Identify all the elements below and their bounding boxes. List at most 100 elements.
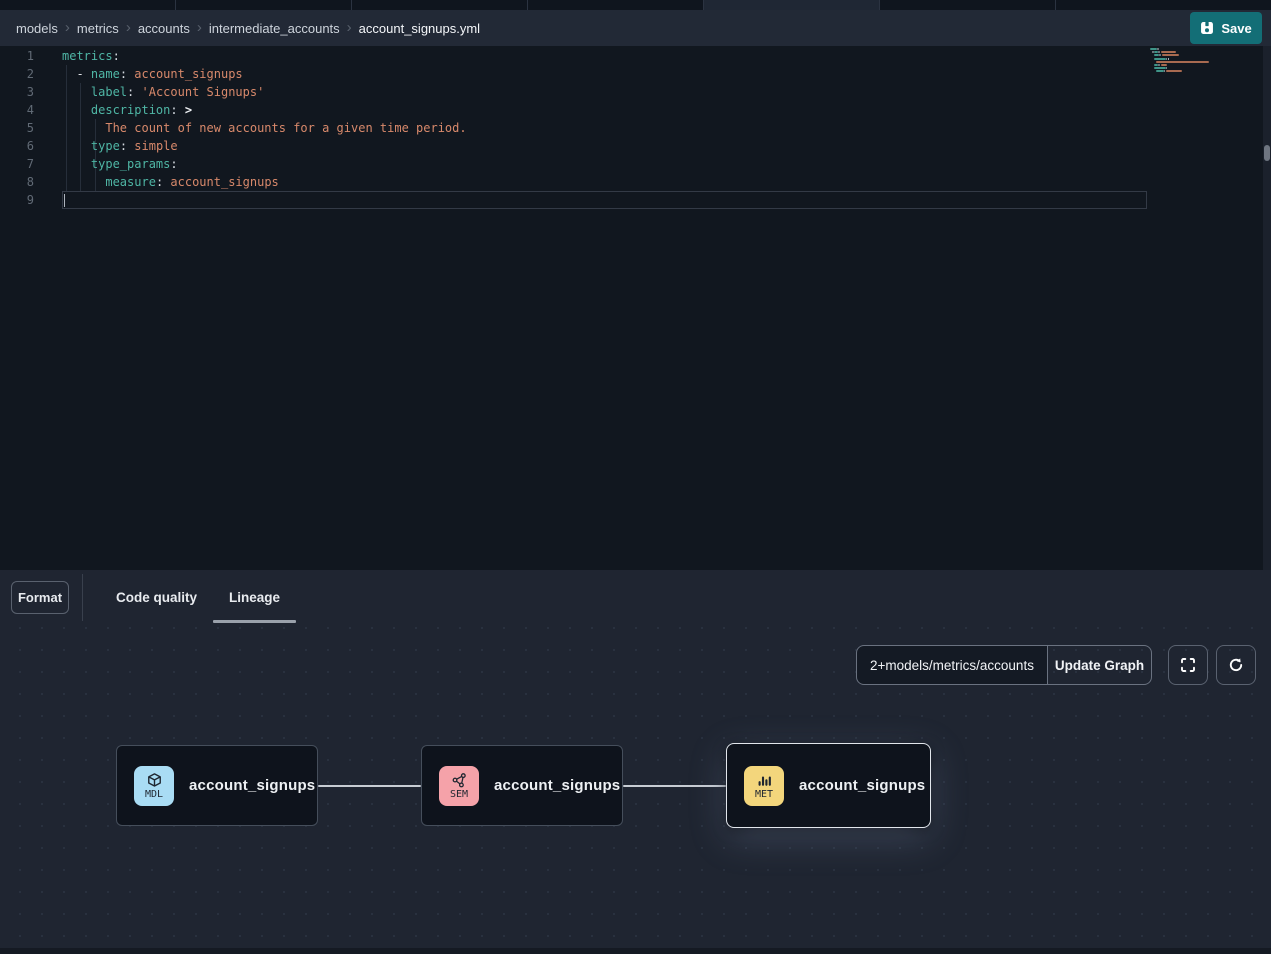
tab-code-quality[interactable]: Code quality: [100, 570, 213, 625]
editor-tab-active[interactable]: [704, 0, 880, 10]
code-line-text: The count of new accounts for a given ti…: [62, 119, 467, 137]
editor-tab[interactable]: [352, 0, 528, 10]
breadcrumb-bar: models › metrics › accounts › intermediate_acc…: [0, 10, 1271, 46]
semantic-model-icon: [451, 772, 468, 789]
minimap-line: [1159, 54, 1161, 56]
code-line-text: measure: account_signups: [62, 173, 279, 191]
editor-tabs-strip: [0, 0, 1271, 10]
breadcrumb-item[interactable]: models: [16, 21, 58, 36]
code-editor[interactable]: 1metrics:2 - name: account_signups3 labe…: [0, 46, 1271, 570]
minimap-line: [1161, 51, 1177, 53]
minimap-line: [1158, 64, 1160, 66]
code-line-text: type_params:: [62, 155, 178, 173]
chevron-right-icon: ›: [65, 20, 70, 35]
node-label: account_signups: [494, 777, 620, 794]
minimap-line: [1166, 70, 1182, 72]
minimap-line: [1166, 67, 1168, 69]
minimap-line: [1162, 54, 1180, 56]
lineage-selector-group: Update Graph: [856, 645, 1152, 685]
lineage-node-model[interactable]: MDLaccount_signups: [116, 745, 318, 826]
code-line[interactable]: 8 measure: account_signups: [0, 173, 467, 191]
code-line[interactable]: 6 type: simple: [0, 137, 467, 155]
divider: [82, 574, 83, 621]
node-badge: SEM: [439, 766, 479, 806]
chevron-right-icon: ›: [126, 20, 131, 35]
code-line[interactable]: 7 type_params:: [0, 155, 467, 173]
editor-scrollbar[interactable]: [1263, 46, 1271, 570]
minimap-line: [1168, 58, 1170, 60]
text-cursor: [64, 194, 65, 207]
minimap[interactable]: [1150, 48, 1212, 82]
node-badge: MET: [744, 766, 784, 806]
breadcrumb-item[interactable]: accounts: [138, 21, 190, 36]
lineage-edge: [318, 785, 421, 787]
lineage-node-metric[interactable]: MET account_signups: [726, 743, 931, 828]
minimap-line: [1156, 70, 1163, 72]
breadcrumb: models › metrics › accounts › intermediate_acc…: [16, 21, 480, 36]
update-graph-button[interactable]: Update Graph: [1047, 645, 1152, 685]
minimap-line: [1154, 67, 1166, 69]
line-number: 9: [0, 191, 34, 209]
editor-tab[interactable]: [0, 0, 176, 10]
node-badge-label: MDL: [145, 789, 163, 800]
save-button[interactable]: Save: [1190, 12, 1262, 44]
tab-label: Code quality: [116, 590, 197, 605]
chevron-right-icon: ›: [197, 20, 202, 35]
lineage-selector-input[interactable]: [856, 645, 1048, 685]
editor-tab[interactable]: [880, 0, 1056, 10]
code-line[interactable]: 1 metrics:: [0, 47, 467, 65]
line-number: 2: [0, 65, 34, 83]
format-button[interactable]: Format: [11, 581, 69, 614]
bottom-edge: [0, 948, 1271, 954]
tab-label: Lineage: [229, 590, 280, 605]
code-line-text: - name: account_signups: [62, 65, 243, 83]
fullscreen-icon: [1179, 656, 1197, 674]
line-number: 8: [0, 173, 34, 191]
line-number: 3: [0, 83, 34, 101]
line-number: 5: [0, 119, 34, 137]
save-button-label: Save: [1221, 21, 1251, 36]
bar-chart-icon: [756, 772, 773, 789]
line-number: 6: [0, 137, 34, 155]
code-line-text: type: simple: [62, 137, 178, 155]
minimap-line: [1158, 51, 1160, 53]
line-number: 1: [0, 47, 34, 65]
bottom-panel: Format Code quality Lineage Update Graph: [0, 570, 1271, 954]
minimap-line: [1150, 48, 1157, 50]
breadcrumb-item[interactable]: intermediate_accounts: [209, 21, 340, 36]
line-number: 4: [0, 101, 34, 119]
line-number: 7: [0, 155, 34, 173]
refresh-button[interactable]: [1216, 645, 1256, 685]
scrollbar-thumb[interactable]: [1264, 145, 1270, 161]
code-line[interactable]: 3 label: 'Account Signups': [0, 83, 467, 101]
code-line-text: label: 'Account Signups': [62, 83, 264, 101]
minimap-line: [1157, 48, 1159, 50]
minimap-line: [1154, 58, 1166, 60]
tab-lineage[interactable]: Lineage: [213, 570, 296, 625]
lineage-controls: Update Graph: [856, 645, 1256, 685]
refresh-icon: [1227, 656, 1245, 674]
node-badge-label: MET: [755, 789, 773, 800]
breadcrumb-item[interactable]: metrics: [77, 21, 119, 36]
minimap-line: [1156, 61, 1209, 63]
code-line[interactable]: 2 - name: account_signups: [0, 65, 467, 83]
minimap-line: [1161, 64, 1167, 66]
chevron-right-icon: ›: [347, 20, 352, 35]
editor-tab[interactable]: [528, 0, 704, 10]
code-line[interactable]: 5 The count of new accounts for a given …: [0, 119, 467, 137]
breadcrumb-item[interactable]: account_signups.yml: [359, 21, 480, 36]
editor-tab[interactable]: [1056, 0, 1271, 10]
cube-icon: [146, 772, 163, 789]
cursor-line-highlight: [62, 191, 1147, 209]
code-line-text: description: >: [62, 101, 192, 119]
node-label: account_signups: [799, 777, 925, 794]
fullscreen-button[interactable]: [1168, 645, 1208, 685]
code-line-text: metrics:: [62, 47, 120, 65]
editor-tab[interactable]: [176, 0, 352, 10]
lineage-node-semantic-model[interactable]: SEM account_signups: [421, 745, 623, 826]
save-icon: [1200, 21, 1214, 35]
minimap-line: [1164, 70, 1166, 72]
code-line[interactable]: 4 description: >: [0, 101, 467, 119]
panel-tab-row: Format Code quality Lineage: [0, 570, 1271, 625]
lineage-canvas[interactable]: Update Graph: [0, 625, 1271, 954]
